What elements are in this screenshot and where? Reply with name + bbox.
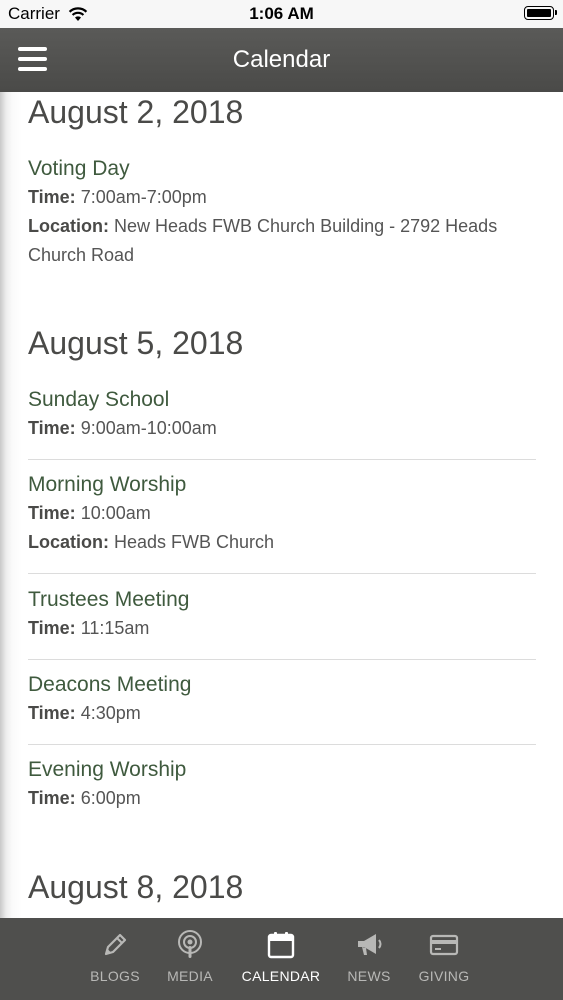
time-label: Time: — [28, 503, 76, 523]
location-value: New Heads FWB Church Building - 2792 Hea… — [114, 216, 498, 236]
time-value: 7:00am-7:00pm — [80, 187, 207, 207]
event-name[interactable]: Trustees Meeting — [28, 586, 536, 614]
divider — [28, 744, 536, 745]
event-time: Time: 4:30pm — [28, 699, 536, 728]
tab-calendar[interactable]: CALENDAR — [231, 918, 331, 1000]
date-heading: August 2, 2018 — [28, 94, 244, 130]
event-deacons-meeting[interactable]: Deacons Meeting Time: 4:30pm — [28, 671, 536, 728]
time-value: 10:00am — [80, 503, 151, 523]
location-label: Location: — [28, 216, 109, 236]
divider — [28, 659, 536, 660]
time-value: 9:00am-10:00am — [80, 418, 217, 438]
calendar-icon — [267, 932, 295, 959]
time-label: Time: — [28, 703, 76, 723]
event-name[interactable]: Evening Worship — [28, 756, 536, 784]
event-voting-day[interactable]: Voting Day Time: 7:00am-7:00pm Location:… — [28, 155, 536, 270]
location-label: Location: — [28, 532, 109, 552]
event-time: Time: 11:15am — [28, 614, 536, 643]
time-label: Time: — [28, 418, 76, 438]
divider — [28, 459, 536, 460]
time-value: 11:15am — [80, 618, 150, 638]
event-name[interactable]: Sunday School — [28, 386, 536, 414]
tab-giving[interactable]: GIVING — [394, 918, 494, 1000]
event-name[interactable]: Voting Day — [28, 155, 536, 183]
event-trustees-meeting[interactable]: Trustees Meeting Time: 11:15am — [28, 586, 536, 643]
calendar-list[interactable]: August 2, 2018 Voting Day Time: 7:00am-7… — [0, 92, 563, 918]
podcast-icon — [178, 930, 202, 958]
time-label: Time: — [28, 187, 76, 207]
tab-label: MEDIA — [167, 968, 213, 984]
page-title: Calendar — [232, 46, 331, 73]
event-name[interactable]: Morning Worship — [28, 471, 536, 499]
time-label: Time: — [28, 788, 76, 808]
tab-media[interactable]: MEDIA — [140, 918, 240, 1000]
tab-label: CALENDAR — [241, 968, 321, 984]
time-value: 6:00pm — [80, 788, 141, 808]
tab-bar: BLOGS MEDIA CALENDAR NEWS GIVING — [0, 918, 563, 1000]
event-location: Location: New Heads FWB Church Building … — [28, 212, 536, 241]
tab-label: GIVING — [418, 968, 470, 984]
pencil-icon — [104, 933, 127, 956]
date-heading: August 5, 2018 — [28, 325, 244, 361]
event-name[interactable]: Deacons Meeting — [28, 671, 536, 699]
event-time: Time: 10:00am — [28, 499, 536, 528]
megaphone-icon — [358, 934, 382, 955]
event-time: Time: 7:00am-7:00pm — [28, 183, 536, 212]
date-heading: August 8, 2018 — [28, 869, 244, 905]
location-value: Heads FWB Church — [114, 532, 275, 552]
time-label: Time: — [28, 618, 76, 638]
event-morning-worship[interactable]: Morning Worship Time: 10:00am Location: … — [28, 471, 536, 557]
battery-icon — [524, 6, 557, 20]
navigation-bar: Calendar — [0, 28, 563, 92]
event-time: Time: 6:00pm — [28, 784, 536, 813]
clock: 1:06 AM — [249, 4, 314, 23]
status-bar: Carrier 1:06 AM — [0, 0, 563, 28]
credit-card-icon — [429, 934, 459, 956]
time-value: 4:30pm — [80, 703, 141, 723]
divider — [28, 573, 536, 574]
event-location: Location: Heads FWB Church — [28, 528, 536, 557]
event-evening-worship[interactable]: Evening Worship Time: 6:00pm — [28, 756, 536, 813]
event-location-cont: Church Road — [28, 245, 135, 265]
event-sunday-school[interactable]: Sunday School Time: 9:00am-10:00am — [28, 386, 536, 443]
event-time: Time: 9:00am-10:00am — [28, 414, 536, 443]
